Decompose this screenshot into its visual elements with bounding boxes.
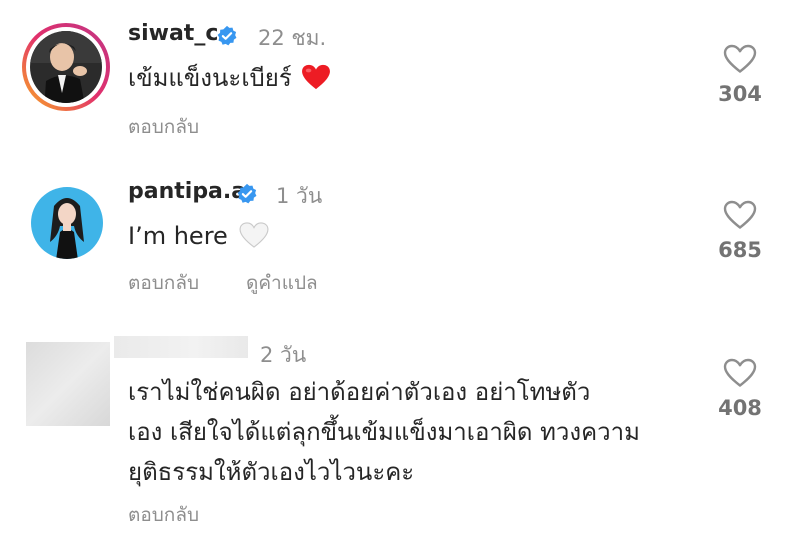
white-heart-emoji-icon — [239, 220, 269, 260]
comment-time: 1 วัน — [276, 184, 323, 208]
avatar[interactable] — [22, 23, 110, 111]
comment-item: 2 วัน เราไม่ใช่คนผิด อย่าด้อยค่าตัวเอง อ… — [0, 310, 800, 540]
comment-item: pantipa.a 1 วัน I’m here ตอบกลับ ดูคำแปล… — [0, 160, 800, 310]
comment-text-line: ยุติธรรมให้ตัวเองไวไวนะคะ — [128, 458, 415, 486]
comment-text-line: เราไม่ใช่คนผิด อย่าด้อยค่าตัวเอง อย่าโทษ… — [128, 378, 591, 406]
comment-text: เราไม่ใช่คนผิด อย่าด้อยค่าตัวเอง อย่าโทษ… — [128, 372, 640, 492]
avatar[interactable] — [30, 186, 104, 260]
see-translation-button[interactable]: ดูคำแปล — [246, 268, 318, 298]
avatar[interactable] — [26, 342, 110, 426]
verified-badge-icon — [216, 25, 238, 47]
verified-badge-icon — [236, 183, 258, 205]
username[interactable]: pantipa.a — [128, 179, 246, 204]
avatar-illustration — [31, 187, 103, 259]
comment-text-body: I’m here — [128, 222, 228, 250]
comment-item: siwat_c 22 ชม. เข้มแข็งนะเบียร์ ตอบกลับ … — [0, 0, 800, 160]
comment-text: เข้มแข็งนะเบียร์ — [128, 58, 331, 102]
comment-text: I’m here — [128, 216, 269, 260]
reply-button[interactable]: ตอบกลับ — [128, 112, 199, 142]
like-count: 304 — [718, 82, 762, 106]
username[interactable]: siwat_c — [128, 21, 218, 46]
comment-time: 2 วัน — [260, 343, 307, 367]
comment-text-line: เอง เสียใจได้แต่ลุกขึ้นเข้มแข็งมาเอาผิด … — [128, 418, 640, 446]
like-heart-icon[interactable] — [723, 200, 757, 230]
username-blurred[interactable] — [114, 336, 248, 358]
comment-text-body: เข้มแข็งนะเบียร์ — [128, 64, 292, 92]
reply-button[interactable]: ตอบกลับ — [128, 500, 199, 530]
reply-button[interactable]: ตอบกลับ — [128, 268, 199, 298]
like-count: 685 — [718, 238, 762, 262]
like-heart-icon[interactable] — [723, 358, 757, 388]
avatar-story-ring — [22, 23, 110, 111]
like-heart-icon[interactable] — [723, 44, 757, 74]
like-count: 408 — [718, 396, 762, 420]
heart-emoji-icon — [301, 62, 331, 102]
comment-time: 22 ชม. — [258, 26, 327, 50]
